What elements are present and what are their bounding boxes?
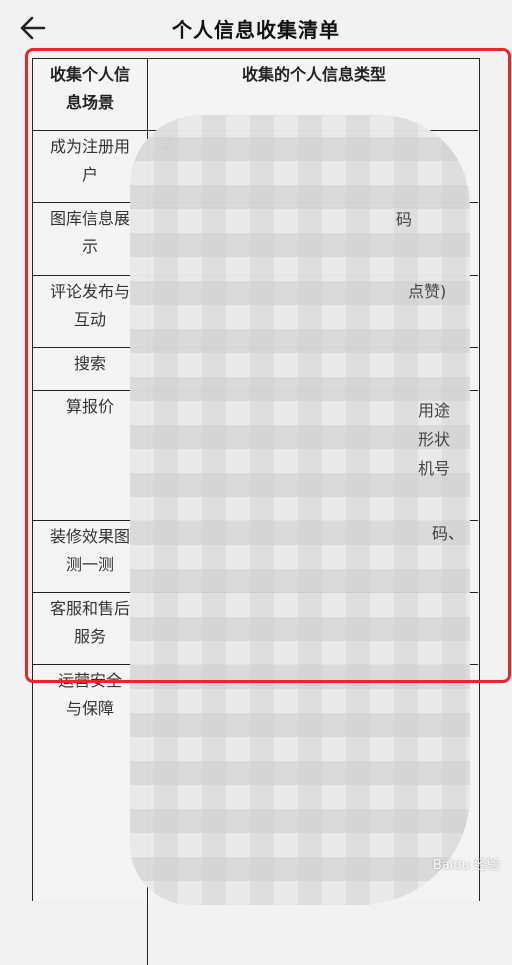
top-bar: 个人信息收集清单 [0,0,512,54]
page-title: 个人信息收集清单 [172,18,340,42]
watermark: Baidu 经验 [432,858,500,873]
red-highlight-box [25,48,511,683]
